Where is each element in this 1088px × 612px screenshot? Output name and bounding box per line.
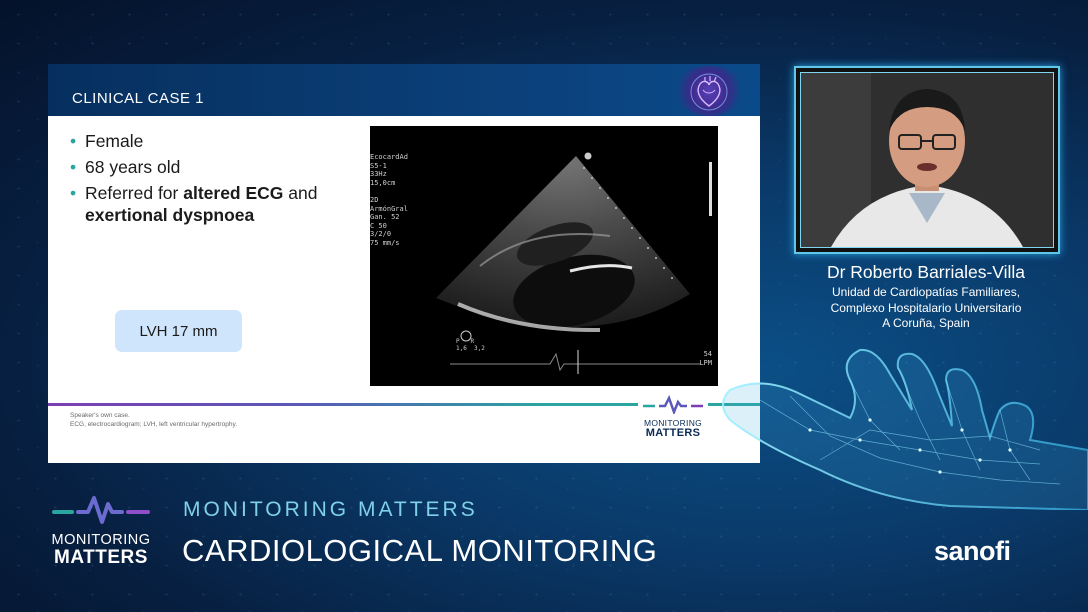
program-title: CARDIOLOGICAL MONITORING [182,533,657,569]
speaker-affiliation: Unidad de Cardiopatías Familiares, Compl… [790,285,1062,332]
bullet-sex: Female [70,130,330,152]
monitoring-wave-icon [52,492,152,526]
monitoring-matters-logo: MONITORING MATTERS [48,492,154,568]
echocardiogram-image: EcocardAd S5-1 33Hz 15,0cm 2D ArmónGral … [370,126,718,386]
slide-title: CLINICAL CASE 1 [72,90,204,107]
bullet-referral: Referred for altered ECG and exertional … [70,182,330,226]
echo-pr-readout: P R 1,6 3,2 [456,338,485,352]
slide-footnote: Speaker's own case. ECG, electrocardiogr… [70,412,237,429]
heart-icon [674,66,744,116]
digital-hand-icon [700,340,1088,510]
slide-monitoring-matters-logo: MONITORING MATTERS [638,394,708,439]
lvh-measurement-badge: LVH 17 mm [115,310,242,352]
speaker-video [800,72,1054,248]
monitoring-wave-icon [641,394,705,414]
program-subtitle: MONITORING MATTERS [183,498,478,522]
sanofi-logo: sanofi [934,536,1011,567]
case-bullet-list: Female 68 years old Referred for altered… [70,130,330,230]
presentation-slide: CLINICAL CASE 1 Female 68 years old Refe… [48,64,760,463]
slide-header: CLINICAL CASE 1 [48,64,760,116]
bullet-age: 68 years old [70,156,330,178]
speaker-video-frame [794,66,1060,254]
speaker-name: Dr Roberto Barriales-Villa [790,262,1062,283]
echo-settings-text: EcocardAd S5-1 33Hz 15,0cm 2D ArmónGral … [370,153,408,248]
